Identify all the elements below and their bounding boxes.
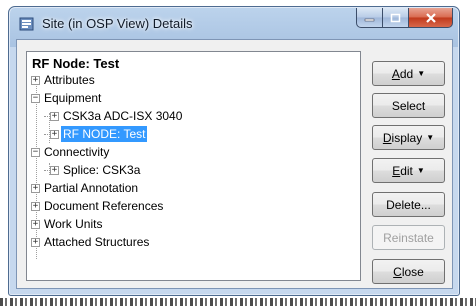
dropdown-arrow-icon: ▼ [417, 69, 426, 78]
tree-item-label: Connectivity [44, 145, 110, 159]
details-tree[interactable]: RF Node: Test + Attributes − Equipment +… [26, 51, 361, 281]
reinstate-button[interactable]: Reinstate [372, 225, 445, 250]
tree-item-equipment[interactable]: − Equipment [31, 89, 103, 107]
expand-icon[interactable]: + [50, 129, 59, 139]
tree-item-connectivity[interactable]: − Connectivity [31, 143, 111, 161]
caption-buttons [356, 8, 453, 28]
screenshot-crop-artifact [0, 298, 476, 306]
edit-mnemonic: E [392, 163, 401, 178]
tree-item-rf-node[interactable]: + RF NODE: Test [44, 125, 148, 143]
add-mnemonic: A [391, 66, 400, 81]
display-label-rest: isplay [391, 130, 423, 145]
tree-header: RF Node: Test [32, 56, 120, 71]
dialog-client-area: RF Node: Test + Attributes − Equipment +… [16, 39, 453, 289]
tree-item-csk3a-adc[interactable]: + CSK3a ADC-ISX 3040 [44, 107, 184, 125]
close-mnemonic: C [393, 264, 402, 279]
tree-item-attached-structures[interactable]: + Attached Structures [31, 233, 151, 251]
tree-item-splice[interactable]: + Splice: CSK3a [44, 161, 142, 179]
delete-label: Delete... [386, 197, 431, 212]
expand-icon[interactable]: + [31, 237, 40, 247]
close-button[interactable]: Close [372, 259, 445, 284]
window-title: Site (in OSP View) Details [42, 16, 193, 31]
tree-item-attributes[interactable]: + Attributes [31, 71, 97, 89]
dropdown-arrow-icon: ▼ [426, 133, 435, 142]
collapse-icon[interactable]: − [31, 147, 40, 157]
minimize-icon [364, 18, 374, 21]
edit-label-rest: dit [400, 163, 413, 178]
tree-branch-line [44, 133, 48, 135]
expand-icon[interactable]: + [31, 183, 40, 193]
dropdown-arrow-icon: ▼ [416, 166, 425, 175]
tree-item-label: Document References [44, 199, 164, 213]
close-label-rest: lose [401, 264, 424, 279]
tree-item-label: Partial Annotation [44, 181, 139, 195]
details-window: Site (in OSP View) Details RF Node: Test [8, 6, 460, 296]
tree-item-label: Splice: CSK3a [63, 163, 141, 177]
tree-branch-line [44, 115, 48, 117]
add-label-rest: dd [399, 66, 414, 81]
maximize-icon [390, 13, 400, 22]
tree-item-document-references[interactable]: + Document References [31, 197, 165, 215]
display-button[interactable]: Display ▼ [372, 125, 445, 150]
close-window-button[interactable] [409, 8, 453, 28]
tree-branch-line [44, 169, 48, 171]
minimize-button[interactable] [356, 8, 383, 28]
delete-button[interactable]: Delete... [372, 192, 445, 217]
expand-icon[interactable]: + [31, 219, 40, 229]
expand-icon[interactable]: + [31, 201, 40, 211]
tree-item-label: CSK3a ADC-ISX 3040 [63, 109, 183, 123]
select-label: Select [391, 98, 426, 113]
edit-button[interactable]: Edit ▼ [372, 158, 445, 183]
tree-item-label: Work Units [44, 217, 103, 231]
expand-icon[interactable]: + [31, 75, 40, 85]
add-button[interactable]: Add ▼ [372, 61, 445, 86]
tree-item-label: Attached Structures [44, 235, 150, 249]
tree-item-work-units[interactable]: + Work Units [31, 215, 104, 233]
collapse-icon[interactable]: − [31, 93, 40, 103]
title-bar[interactable]: Site (in OSP View) Details [9, 7, 459, 39]
tree-item-partial-annotation[interactable]: + Partial Annotation [31, 179, 140, 197]
display-mnemonic: D [382, 130, 392, 145]
tree-item-label-selected: RF NODE: Test [61, 126, 148, 142]
close-icon [425, 12, 436, 23]
expand-icon[interactable]: + [50, 111, 59, 121]
tree-item-label: Attributes [44, 73, 95, 87]
reinstate-label: Reinstate [383, 230, 434, 245]
site-details-icon [19, 17, 34, 31]
maximize-button[interactable] [383, 8, 409, 28]
tree-item-label: Equipment [44, 91, 102, 105]
expand-icon[interactable]: + [50, 165, 59, 175]
select-button[interactable]: Select [372, 93, 445, 118]
